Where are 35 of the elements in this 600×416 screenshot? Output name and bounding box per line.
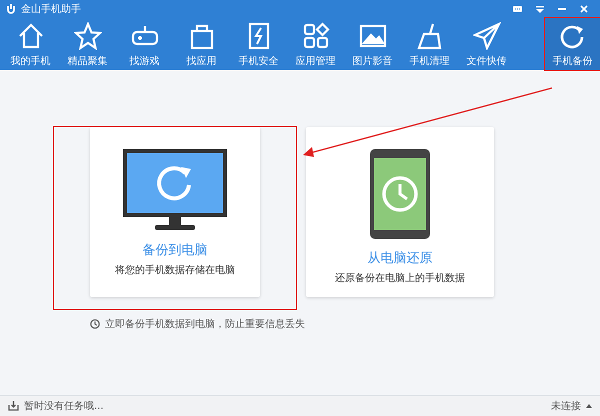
toolbar-tab[interactable]: 手机安全 — [232, 18, 285, 70]
star-icon — [74, 22, 102, 50]
toolbar-tab[interactable]: 我的手机 — [4, 18, 57, 70]
toolbar-tab[interactable]: 精品聚集 — [61, 18, 114, 70]
image-icon — [358, 22, 386, 50]
caret-up-icon[interactable] — [586, 404, 592, 408]
clock-icon — [90, 319, 100, 329]
toolbar-tab[interactable]: 文件快传 — [460, 18, 513, 70]
inbox-icon — [8, 401, 19, 411]
card-title: 从电脑还原 — [368, 250, 432, 267]
toolbar-tab[interactable]: 找游戏 — [118, 18, 171, 70]
card-title: 备份到电脑 — [142, 242, 208, 259]
feedback-icon[interactable] — [513, 6, 522, 12]
monitor-refresh-icon — [123, 149, 227, 231]
paper-plane-icon — [472, 22, 500, 50]
grid-icon — [302, 22, 330, 50]
dropdown-menu-icon[interactable] — [536, 6, 544, 12]
card-description: 还原备份在电脑上的手机数据 — [335, 272, 465, 285]
status-message: 暂时没有任务哦... — [24, 400, 104, 413]
card-description: 将您的手机数据存储在电脑 — [115, 264, 235, 277]
house-icon — [16, 22, 44, 50]
close-icon[interactable] — [580, 5, 588, 13]
toolbar-tab[interactable]: 找应用 — [175, 18, 228, 70]
toolbar-tab[interactable]: 应用管理 — [289, 18, 342, 70]
connection-status[interactable]: 未连接 — [551, 399, 581, 413]
window-title: 金山手机助手 — [21, 2, 81, 16]
tip-text: 立即备份手机数据到电脑，防止重要信息丢失 — [105, 318, 305, 331]
tablet-clock-icon — [370, 149, 430, 239]
app-logo-icon — [6, 4, 16, 14]
option-card[interactable]: 备份到电脑 将您的手机数据存储在电脑 — [90, 127, 260, 297]
toolbar-tab[interactable]: 图片影音 — [346, 18, 399, 70]
toolbar-tab[interactable]: 手机备份 — [545, 18, 600, 70]
toolbar-tab[interactable]: 手机清理 — [403, 18, 456, 70]
option-card[interactable]: 从电脑还原 还原备份在电脑上的手机数据 — [306, 127, 494, 297]
broom-icon — [416, 22, 444, 50]
